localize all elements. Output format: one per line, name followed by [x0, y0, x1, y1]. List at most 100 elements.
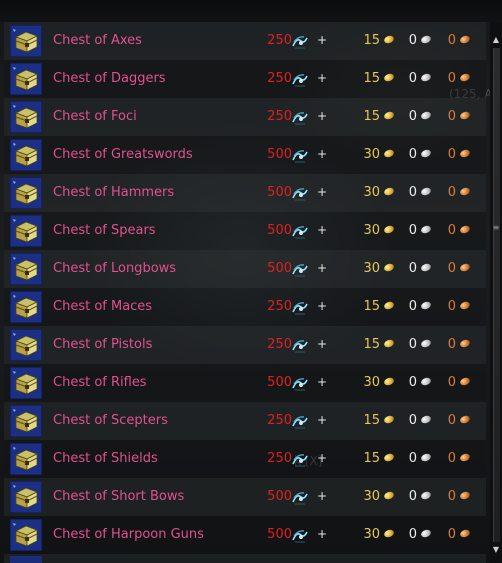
scrollbar[interactable]: ▲ ≡ ▼	[490, 22, 502, 563]
copper-coin-icon	[459, 34, 471, 45]
treasure-chest-icon	[9, 100, 43, 134]
treasure-chest-icon	[9, 404, 43, 438]
list-item[interactable]: Chest of Axes 250 + 15 0 0	[4, 22, 486, 60]
karma-cost: 250	[267, 337, 292, 352]
list-item[interactable]: Chest of Pistols 250 + 15 0 0	[4, 326, 486, 364]
gold-cost: 30	[363, 489, 380, 504]
scroll-track[interactable]	[493, 48, 500, 542]
silver-coin-icon	[420, 262, 432, 273]
silver-coin-icon	[420, 376, 432, 387]
list-item[interactable]: Chest of Foci 250 + 15 0 0	[4, 98, 486, 136]
karma-cost: 250	[267, 413, 292, 428]
list-item[interactable]: Chest of Maces 250 + 15 0 0	[4, 288, 486, 326]
silver-coin-icon	[420, 34, 432, 45]
treasure-chest-icon	[9, 62, 43, 96]
silver-coin-icon	[420, 414, 432, 425]
copper-coin-icon	[459, 186, 471, 197]
item-name: Chest of Short Bows	[53, 489, 185, 504]
list-item[interactable]: Chest of Longbows 500 + 30 0 0	[4, 250, 486, 288]
scroll-up-arrow-icon[interactable]: ▲	[492, 36, 500, 44]
copper-cost: 0	[447, 223, 456, 238]
silver-cost: 0	[408, 337, 417, 352]
scroll-grip-icon[interactable]: ≡	[492, 224, 500, 232]
list-item[interactable]: Chest of Rifles 500 + 30 0 0	[4, 364, 486, 402]
copper-coin-icon	[459, 452, 471, 463]
plus-sign: +	[317, 147, 328, 161]
karma-cost: 250	[267, 451, 292, 466]
list-item[interactable]: Chest of Short Bows 500 + 30 0 0	[4, 478, 486, 516]
silver-cost: 0	[408, 375, 417, 390]
karma-icon	[292, 224, 308, 239]
karma-cost: 250	[267, 71, 292, 86]
copper-coin-icon	[459, 262, 471, 273]
treasure-chest-icon	[9, 176, 43, 210]
list-item-partial	[4, 554, 486, 563]
item-name: Chest of Daggers	[53, 71, 166, 86]
gold-coin-icon	[383, 224, 395, 235]
karma-icon	[292, 148, 308, 163]
gold-cost: 30	[363, 261, 380, 276]
copper-cost: 0	[447, 147, 456, 162]
list-item[interactable]: Chest of Scepters 250 + 15 0 0	[4, 402, 486, 440]
karma-icon	[292, 414, 308, 429]
plus-sign: +	[317, 413, 328, 427]
silver-cost: 0	[408, 33, 417, 48]
karma-icon	[292, 72, 308, 87]
treasure-chest-icon	[9, 290, 43, 324]
gold-coin-icon	[383, 490, 395, 501]
plus-sign: +	[317, 451, 328, 465]
list-item[interactable]: Chest of Hammers 500 + 30 0 0	[4, 174, 486, 212]
treasure-chest-icon	[9, 214, 43, 248]
copper-coin-icon	[459, 224, 471, 235]
copper-coin-icon	[459, 338, 471, 349]
silver-coin-icon	[420, 186, 432, 197]
plus-sign: +	[317, 375, 328, 389]
copper-coin-icon	[459, 376, 471, 387]
treasure-chest-icon	[9, 442, 43, 476]
silver-cost: 0	[408, 71, 417, 86]
list-item[interactable]: Chest of Spears 500 + 30 0 0	[4, 212, 486, 250]
silver-coin-icon	[420, 452, 432, 463]
item-name: Chest of Harpoon Guns	[53, 527, 204, 542]
treasure-chest-icon	[9, 480, 43, 514]
list-item[interactable]: Chest of Daggers 250 + 15 0 0	[4, 60, 486, 98]
gold-coin-icon	[383, 262, 395, 273]
silver-coin-icon	[420, 490, 432, 501]
item-name: Chest of Scepters	[53, 413, 168, 428]
gold-cost: 30	[363, 223, 380, 238]
item-name: Chest of Longbows	[53, 261, 177, 276]
treasure-chest-icon	[9, 138, 43, 172]
gold-cost: 15	[363, 337, 380, 352]
karma-icon	[292, 262, 308, 277]
plus-sign: +	[317, 71, 328, 85]
plus-sign: +	[317, 337, 328, 351]
copper-cost: 0	[447, 375, 456, 390]
plus-sign: +	[317, 109, 328, 123]
gold-coin-icon	[383, 148, 395, 159]
karma-icon	[292, 186, 308, 201]
list-item[interactable]: Chest of Shields 250 + 15 0 0	[4, 440, 486, 478]
plus-sign: +	[317, 299, 328, 313]
treasure-chest-icon	[9, 518, 43, 552]
gold-cost: 30	[363, 527, 380, 542]
silver-coin-icon	[420, 72, 432, 83]
gold-coin-icon	[383, 414, 395, 425]
scroll-down-arrow-icon[interactable]: ▼	[492, 546, 500, 554]
copper-cost: 0	[447, 109, 456, 124]
silver-cost: 0	[408, 489, 417, 504]
item-name: Chest of Rifles	[53, 375, 147, 390]
karma-cost: 500	[267, 147, 292, 162]
karma-cost: 250	[267, 299, 292, 314]
plus-sign: +	[317, 527, 328, 541]
gold-cost: 15	[363, 71, 380, 86]
karma-icon	[292, 34, 308, 49]
item-name: Chest of Pistols	[53, 337, 153, 352]
gold-cost: 30	[363, 147, 380, 162]
silver-cost: 0	[408, 451, 417, 466]
list-item[interactable]: Chest of Harpoon Guns 500 + 30 0 0	[4, 516, 486, 554]
vendor-window: (125, AA k [X] Chest of Axes 250 + 15 0	[0, 0, 502, 563]
copper-cost: 0	[447, 413, 456, 428]
list-item[interactable]: Chest of Greatswords 500 + 30 0 0	[4, 136, 486, 174]
karma-cost: 500	[267, 223, 292, 238]
silver-coin-icon	[420, 300, 432, 311]
